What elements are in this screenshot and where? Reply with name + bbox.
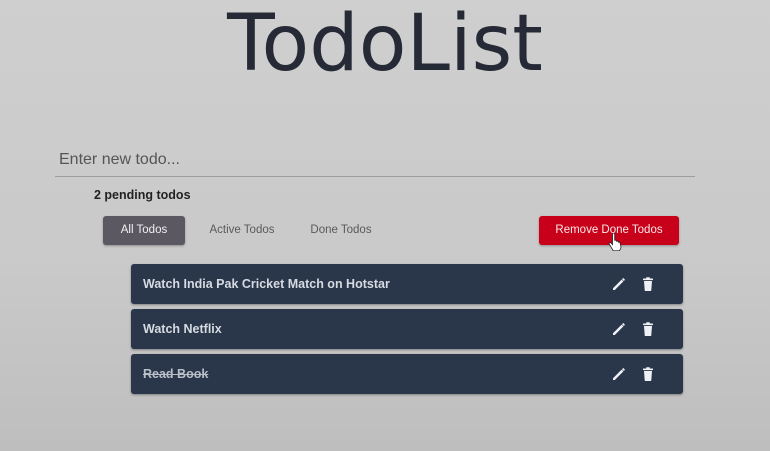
todo-text[interactable]: Watch India Pak Cricket Match on Hotstar — [143, 264, 390, 304]
todo-list: Watch India Pak Cricket Match on Hotstar… — [131, 264, 683, 399]
hand-pointer-icon — [608, 233, 622, 251]
new-todo-field — [55, 146, 695, 177]
app-title: TodoList — [227, 0, 543, 89]
pencil-icon[interactable] — [611, 321, 627, 337]
new-todo-input[interactable] — [55, 146, 695, 174]
todo-item: Watch India Pak Cricket Match on Hotstar — [131, 264, 683, 304]
pending-count: 2 pending todos — [94, 188, 191, 202]
todo-item: Read Book — [131, 354, 683, 394]
filter-all-todos-button[interactable]: All Todos — [103, 216, 185, 245]
trash-icon[interactable] — [640, 321, 656, 337]
todo-item: Watch Netflix — [131, 309, 683, 349]
filter-active-todos-button[interactable]: Active Todos — [202, 216, 282, 245]
todo-text[interactable]: Watch Netflix — [143, 309, 222, 349]
pencil-icon[interactable] — [611, 366, 627, 382]
filter-done-todos-button[interactable]: Done Todos — [302, 216, 380, 245]
trash-icon[interactable] — [640, 276, 656, 292]
trash-icon[interactable] — [640, 366, 656, 382]
todo-text[interactable]: Read Book — [143, 354, 208, 394]
pencil-icon[interactable] — [611, 276, 627, 292]
